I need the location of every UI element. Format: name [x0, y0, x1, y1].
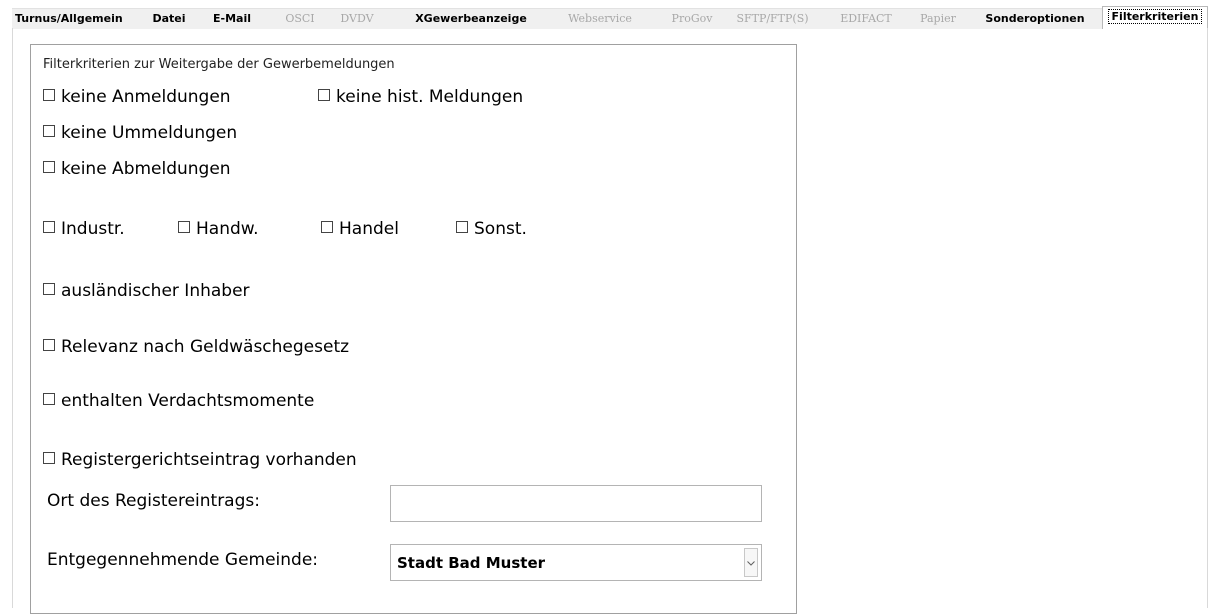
checkbox-auslaendischer-inhaber[interactable]: ausländischer Inhaber [43, 280, 250, 302]
checkbox-box[interactable] [43, 452, 55, 464]
checkbox-box[interactable] [456, 221, 468, 233]
groupbox-title: Filterkriterien zur Weitergabe der Gewer… [43, 57, 395, 72]
checkbox-box[interactable] [318, 89, 330, 101]
checkbox-label: Relevanz nach Geldwäschegesetz [61, 337, 350, 357]
tab-sonderoptionen[interactable]: Sonderoptionen [978, 9, 1092, 29]
checkbox-sonst[interactable]: Sonst. [456, 218, 527, 240]
checkbox-label: keine Ummeldungen [61, 123, 238, 143]
checkbox-label: Registergerichtseintrag vorhanden [61, 450, 357, 470]
checkbox-box[interactable] [43, 393, 55, 405]
ort-registereintrag-input[interactable] [390, 485, 762, 522]
checkbox-label: keine Anmeldungen [61, 87, 231, 107]
tab-datei[interactable]: Datei [148, 9, 190, 29]
tab-papier[interactable]: Papier [910, 9, 966, 29]
gemeinde-combobox[interactable]: Stadt Bad Muster [390, 544, 762, 581]
checkbox-label: keine hist. Meldungen [336, 87, 524, 107]
checkbox-box[interactable] [178, 221, 190, 233]
checkbox-label: keine Abmeldungen [61, 159, 231, 179]
checkbox-box[interactable] [43, 161, 55, 173]
checkbox-box[interactable] [43, 339, 55, 351]
checkbox-label: ausländischer Inhaber [61, 281, 250, 301]
tab-strip: Turnus/Allgemein Datei E-Mail OSCI DVDV … [12, 6, 1208, 29]
tab-filterkriterien-label: Filterkriterien [1107, 9, 1203, 24]
dropdown-button[interactable] [744, 548, 758, 577]
checkbox-keine-anmeldungen[interactable]: keine Anmeldungen [43, 86, 231, 108]
tab-filterkriterien[interactable]: Filterkriterien [1102, 6, 1208, 29]
checkbox-relevanz-geldwaeschegesetz[interactable]: Relevanz nach Geldwäschegesetz [43, 336, 349, 358]
checkbox-box[interactable] [43, 221, 55, 233]
checkbox-label: Handel [339, 219, 399, 239]
checkbox-box[interactable] [321, 221, 333, 233]
checkbox-keine-hist-meldungen[interactable]: keine hist. Meldungen [318, 86, 523, 108]
tab-dvdv[interactable]: DVDV [334, 9, 380, 29]
tab-xgewerbeanzeige[interactable]: XGewerbeanzeige [407, 9, 535, 29]
checkbox-box[interactable] [43, 89, 55, 101]
checkbox-keine-ummeldungen[interactable]: keine Ummeldungen [43, 122, 237, 144]
entgegennehmende-gemeinde-label: Entgegennehmende Gemeinde: [47, 550, 319, 570]
checkbox-keine-abmeldungen[interactable]: keine Abmeldungen [43, 158, 231, 180]
checkbox-handw[interactable]: Handw. [178, 218, 259, 240]
checkbox-box[interactable] [43, 283, 55, 295]
tab-edifact[interactable]: EDIFACT [830, 9, 902, 29]
chevron-down-icon [747, 561, 755, 566]
ort-registereintrag-label: Ort des Registereintrags: [47, 491, 260, 511]
checkbox-box[interactable] [43, 125, 55, 137]
gemeinde-selected-value: Stadt Bad Muster [397, 554, 546, 572]
checkbox-industr[interactable]: Industr. [43, 218, 125, 240]
checkbox-label: Handw. [196, 219, 259, 239]
checkbox-registergerichtseintrag[interactable]: Registergerichtseintrag vorhanden [43, 449, 357, 471]
tab-turnus-allgemein[interactable]: Turnus/Allgemein [15, 9, 123, 29]
tab-osci[interactable]: OSCI [278, 9, 322, 29]
tab-webservice[interactable]: Webservice [555, 9, 645, 29]
checkbox-handel[interactable]: Handel [321, 218, 399, 240]
checkbox-label: Sonst. [474, 219, 527, 239]
tab-e-mail[interactable]: E-Mail [206, 9, 258, 29]
tab-progov[interactable]: ProGov [664, 9, 720, 29]
checkbox-verdachtsmomente[interactable]: enthalten Verdachtsmomente [43, 390, 314, 412]
tab-sftp-ftps[interactable]: SFTP/FTP(S) [725, 9, 820, 29]
checkbox-label: enthalten Verdachtsmomente [61, 391, 315, 411]
checkbox-label: Industr. [61, 219, 125, 239]
